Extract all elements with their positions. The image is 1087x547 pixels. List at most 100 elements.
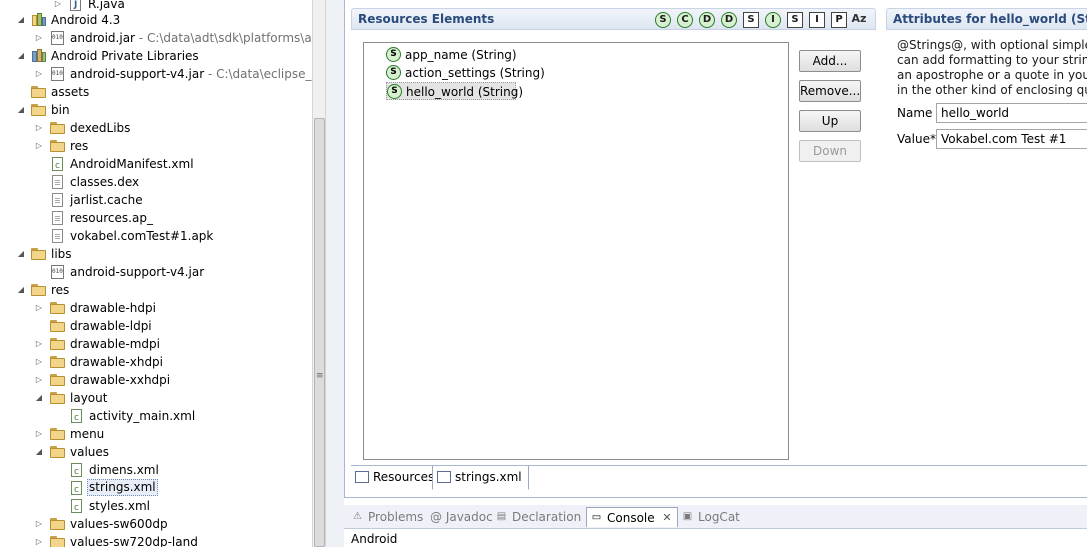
sort-alphabetically-icon[interactable]: Az [851,12,867,28]
tree-item-label: bin [51,103,70,117]
tab-console[interactable]: ▭ Console ✕ [586,507,678,527]
tree-item-label: assets [51,85,90,99]
filter-drawable-icon[interactable]: D [721,12,737,28]
close-icon[interactable]: ✕ [662,508,671,528]
section-title: Attributes for hello_world (String) [893,12,1087,26]
tree-item-label: libs [51,247,72,261]
tree-item-label: android-support-v4.jar [70,67,205,81]
scrollbar-thumb[interactable] [314,118,325,547]
collapse-arrow-icon[interactable]: ◢ [16,11,26,29]
grip-icon: ≡ [316,371,324,381]
tab-label: @ Javadoc [430,510,493,524]
expand-arrow-icon[interactable]: ▷ [34,533,44,547]
view-divider[interactable] [326,0,344,547]
tab-strings-xml[interactable]: strings.xml [432,466,529,490]
tab-label: Console [607,511,655,525]
expand-arrow-icon[interactable]: ▷ [34,353,44,371]
tab-logcat[interactable]: ▣ LogCat [678,507,740,527]
tree-item-label: android-support-v4.jar [70,265,205,279]
tree-item-label: jarlist.cache [70,193,143,207]
tab-resources[interactable]: Resources [351,466,440,490]
expand-arrow-icon[interactable]: ▷ [34,29,44,47]
editor-tab-bar: Resources strings.xml [351,465,1087,490]
xml-file-icon [69,481,85,499]
file-icon [50,175,66,189]
resources-tab-icon [355,471,369,483]
folder-icon [50,355,66,369]
folder-icon [50,517,66,531]
filter-style-icon[interactable]: S [743,12,759,28]
filter-string-icon[interactable]: S [655,12,671,28]
jar-file-icon [50,265,66,279]
tree-item-label: dexedLibs [70,121,131,135]
resource-editor: Resources Elements S C D D S I S I P Az … [344,0,1087,497]
resource-elements-list[interactable]: S app_name (String) S action_settings (S… [363,42,789,460]
jar-icon [50,67,66,81]
tree-item-label: res [70,139,89,153]
filter-plurals-icon[interactable]: P [831,12,847,28]
folder-icon [50,319,66,333]
collapse-arrow-icon[interactable]: ◢ [34,389,44,407]
tab-label: strings.xml [455,470,522,484]
folder-icon [50,139,66,153]
collapse-arrow-icon[interactable]: ◢ [16,47,26,65]
expand-arrow-icon[interactable]: ▷ [34,425,44,443]
string-resource-icon: S [386,65,401,80]
tree-item-label: values-sw720dp-land [70,535,198,547]
logcat-icon: ▣ [682,511,693,522]
tab-declaration[interactable]: ▤ Declaration [492,507,581,527]
tree-item-label: Android Private Libraries [51,49,199,63]
add-button[interactable]: Add... [799,50,861,72]
expand-arrow-icon[interactable]: ▷ [34,335,44,353]
tree-item-label: layout [70,391,108,405]
filter-string-array-icon[interactable]: S [787,12,803,28]
list-item-label: app_name (String) [405,48,517,62]
tree-item-label: menu [70,427,105,441]
expand-arrow-icon[interactable]: ▷ [34,65,44,83]
list-item-selected[interactable]: S hello_world (String) [386,82,523,100]
filter-color-icon[interactable]: C [677,12,693,28]
collapse-arrow-icon[interactable]: ◢ [16,281,26,299]
name-label: Name [897,106,933,120]
tree-item-label: strings.xml [87,479,158,496]
tab-javadoc[interactable]: @ Javadoc [412,507,493,527]
tree-item-label: resources.ap_ [70,211,153,225]
folder-icon [31,103,47,117]
resources-elements-section: Resources Elements S C D D S I S I P Az … [351,8,876,463]
expand-arrow-icon[interactable]: ▷ [34,371,44,389]
tree-item-label: Android 4.3 [51,13,121,27]
tree-item-label: styles.xml [89,499,150,513]
collapse-arrow-icon[interactable]: ◢ [34,443,44,461]
file-icon [50,211,66,225]
name-field[interactable]: hello_world [936,103,1087,123]
filter-item-icon[interactable]: I [765,12,781,28]
folder-icon [50,535,66,547]
xml-source-icon [437,471,451,483]
tree-item-label: values [70,445,110,459]
attribute-description-line: can add formatting to your string by [897,53,1087,67]
tree-item-label: activity_main.xml [89,409,196,423]
folder-icon [50,121,66,135]
library-icon [31,49,47,63]
explorer-scrollbar[interactable]: ≡ [312,0,326,547]
filter-integer-array-icon[interactable]: I [809,12,825,28]
expand-arrow-icon[interactable]: ▷ [34,299,44,317]
collapse-arrow-icon[interactable]: ◢ [16,245,26,263]
tree-item-label: vokabel.comTest#1.apk [70,229,214,243]
value-field[interactable]: Vokabel.com Test #1 [936,129,1087,149]
folder-icon [50,337,66,351]
remove-button[interactable]: Remove... [799,80,861,102]
expand-arrow-icon[interactable]: ▷ [34,515,44,533]
down-button[interactable]: Down [799,140,861,162]
filter-dimension-icon[interactable]: D [699,12,715,28]
expand-arrow-icon[interactable]: ▷ [34,137,44,155]
tree-item-label: values-sw600dp [70,517,168,531]
expand-arrow-icon[interactable]: ▷ [34,119,44,137]
xml-file-icon [69,409,85,427]
up-button[interactable]: Up [799,110,861,132]
folder-icon [50,445,66,459]
attribute-description-line: @Strings@, with optional simple for [897,38,1087,52]
folder-icon [31,85,47,99]
collapse-arrow-icon[interactable]: ◢ [16,101,26,119]
attributes-section: Attributes for hello_world (String) @Str… [886,8,1087,463]
